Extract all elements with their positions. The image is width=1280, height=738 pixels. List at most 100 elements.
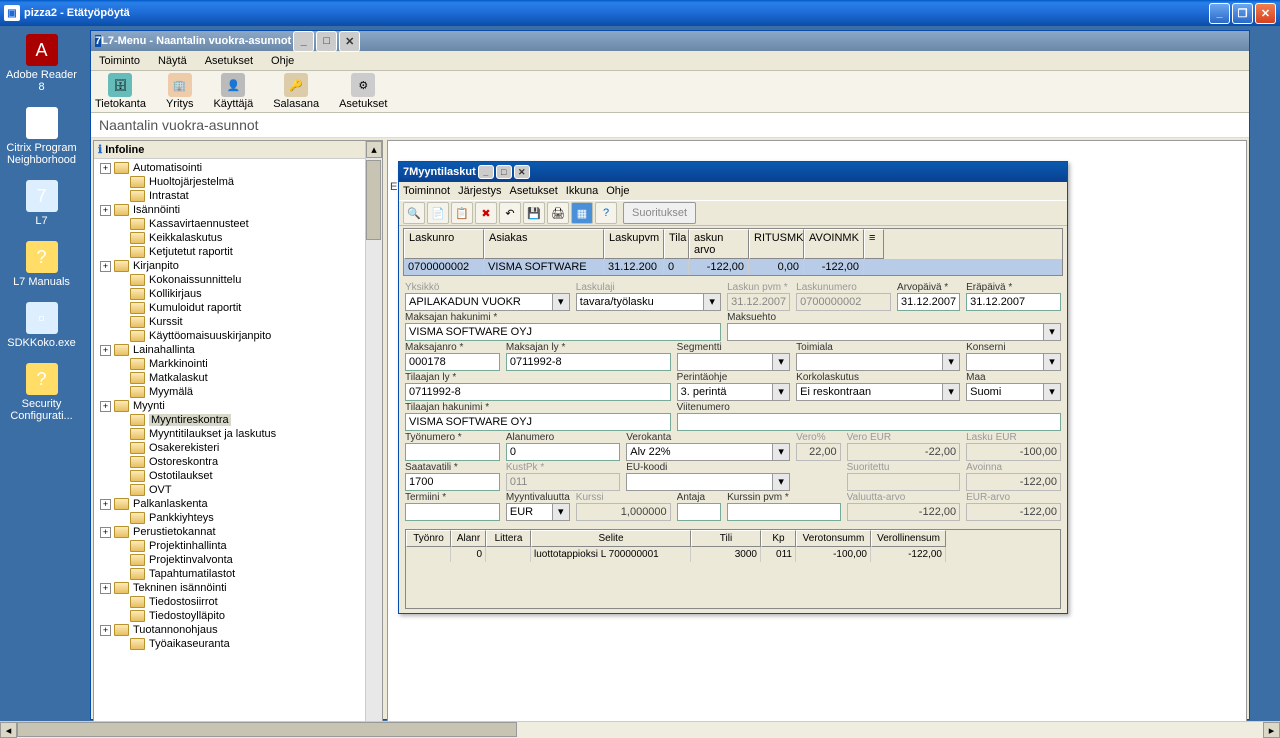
tree-node[interactable]: Pankkiyhteys — [116, 511, 382, 525]
search-icon[interactable]: 🔍 — [403, 202, 425, 224]
tree-node[interactable]: Tiedostosiirrot — [116, 595, 382, 609]
dialog-close-button[interactable]: ✕ — [514, 165, 530, 179]
help-icon[interactable]: ? — [595, 202, 617, 224]
maximize-button[interactable]: ❐ — [1232, 3, 1253, 24]
tree-node[interactable]: Intrastat — [116, 189, 382, 203]
tree-node[interactable]: +Perustietokannat — [100, 525, 382, 539]
column-header[interactable]: Asiakas — [484, 229, 604, 259]
tree-node[interactable]: Projektinvalvonta — [116, 553, 382, 567]
tree-node[interactable]: Keikkalaskutus — [116, 231, 382, 245]
tree-node[interactable]: Ostotilaukset — [116, 469, 382, 483]
field-input[interactable]: 0711992-8 — [506, 353, 671, 371]
column-header[interactable]: Laskupvm — [604, 229, 664, 259]
tree-node[interactable]: Myymälä — [116, 385, 382, 399]
column-header[interactable]: Laskunro — [404, 229, 484, 259]
toolbar-button[interactable]: 🗄Tietokanta — [95, 73, 146, 110]
desktop-icon[interactable]: ?L7 Manuals — [4, 241, 79, 288]
menu-item[interactable]: Toiminto — [95, 53, 144, 69]
desktop-icon[interactable]: ?Security Configurati... — [4, 363, 79, 422]
view-icon[interactable]: ▦ — [571, 202, 593, 224]
menu-item[interactable]: Ikkuna — [566, 185, 598, 197]
tree-node[interactable]: Tapahtumatilastot — [116, 567, 382, 581]
tree-node[interactable]: +Isännöinti — [100, 203, 382, 217]
close-button[interactable]: ✕ — [1255, 3, 1276, 24]
field-input[interactable]: 1700 — [405, 473, 500, 491]
tree-node[interactable]: Matkalaskut — [116, 371, 382, 385]
delete-icon[interactable]: ✖ — [475, 202, 497, 224]
grid-menu-icon[interactable]: ≡ — [864, 229, 884, 259]
menu-item[interactable]: Asetukset — [201, 53, 257, 69]
desktop-icon[interactable]: ▫SDKKoko.exe — [4, 302, 79, 349]
desktop-icon[interactable]: ●Citrix Program Neighborhood — [4, 107, 79, 166]
tree-node[interactable]: Projektinhallinta — [116, 539, 382, 553]
detail-row[interactable]: 0luottotappioksi L 7000000013000011-100,… — [406, 547, 1060, 562]
field-input[interactable] — [677, 413, 1061, 431]
hscroll-thumb[interactable] — [17, 722, 517, 737]
field-input[interactable] — [727, 503, 841, 521]
field-input[interactable] — [677, 353, 791, 371]
field-input[interactable]: VISMA SOFTWARE OYJ — [405, 323, 721, 341]
tree-node[interactable]: Huoltojärjestelmä — [116, 175, 382, 189]
column-header[interactable]: Littera — [486, 530, 531, 547]
tree-node[interactable]: +Myynti — [100, 399, 382, 413]
field-input[interactable] — [405, 443, 500, 461]
field-input[interactable] — [677, 503, 721, 521]
field-input[interactable] — [727, 323, 1061, 341]
scroll-thumb[interactable] — [366, 160, 381, 240]
menu-item[interactable]: Toiminnot — [403, 185, 450, 197]
column-header[interactable]: Tila — [664, 229, 689, 259]
column-header[interactable]: Alanr — [451, 530, 486, 547]
tree-node[interactable]: +Kirjanpito — [100, 259, 382, 273]
desktop-icon[interactable]: 7L7 — [4, 180, 79, 227]
toolbar-button[interactable]: 👤Käyttäjä — [213, 73, 253, 110]
column-header[interactable]: Työnro — [406, 530, 451, 547]
tree-node[interactable]: Kurssit — [116, 315, 382, 329]
column-header[interactable]: Verollinensum — [871, 530, 946, 547]
field-input[interactable]: Ei reskontraan — [796, 383, 960, 401]
undo-icon[interactable]: ↶ — [499, 202, 521, 224]
suoritukset-button[interactable]: Suoritukset — [623, 202, 696, 224]
menu-item[interactable]: Näytä — [154, 53, 191, 69]
field-input[interactable] — [796, 353, 960, 371]
l7-maximize-button[interactable]: □ — [316, 31, 337, 52]
scroll-left-icon[interactable]: ◂ — [0, 722, 17, 738]
minimize-button[interactable]: _ — [1209, 3, 1230, 24]
column-header[interactable]: RITUSMK — [749, 229, 804, 259]
menu-item[interactable]: Ohje — [606, 185, 629, 197]
tree-node[interactable]: Kumuloidut raportit — [116, 301, 382, 315]
tree-scrollbar[interactable]: ▴ — [365, 141, 382, 735]
toolbar-button[interactable]: 🔑Salasana — [273, 73, 319, 110]
tree-node[interactable]: Käyttöomaisuuskirjanpito — [116, 329, 382, 343]
tree-node[interactable]: Markkinointi — [116, 357, 382, 371]
tree-node[interactable]: Kokonaissunnittelu — [116, 273, 382, 287]
field-input[interactable] — [966, 353, 1061, 371]
tree-node[interactable]: Ostoreskontra — [116, 455, 382, 469]
tree-node[interactable]: Kollikirjaus — [116, 287, 382, 301]
tree-node[interactable]: +Lainahallinta — [100, 343, 382, 357]
field-input[interactable]: 31.12.2007 — [966, 293, 1061, 311]
tree-node[interactable]: +Tuotannonohjaus — [100, 623, 382, 637]
scroll-up-icon[interactable]: ▴ — [366, 141, 382, 158]
field-input[interactable]: Alv 22% — [626, 443, 790, 461]
tree-node[interactable]: Myyntitilaukset ja laskutus — [116, 427, 382, 441]
menu-item[interactable]: Asetukset — [509, 185, 557, 197]
field-input[interactable]: Suomi — [966, 383, 1061, 401]
column-header[interactable]: Kp — [761, 530, 796, 547]
toolbar-button[interactable]: ⚙Asetukset — [339, 73, 387, 110]
column-header[interactable]: Verotonsumm — [796, 530, 871, 547]
column-header[interactable]: Selite — [531, 530, 691, 547]
horizontal-scrollbar[interactable]: ◂ ▸ — [0, 721, 1280, 738]
dialog-maximize-button[interactable]: □ — [496, 165, 512, 179]
dialog-minimize-button[interactable]: _ — [478, 165, 494, 179]
toolbar-button[interactable]: 🏢Yritys — [166, 73, 194, 110]
column-header[interactable]: AVOINMK — [804, 229, 864, 259]
tree-node[interactable]: Tiedostoylläpito — [116, 609, 382, 623]
copy-icon[interactable]: 📋 — [451, 202, 473, 224]
save-icon[interactable]: 💾 — [523, 202, 545, 224]
tree-node[interactable]: Ketjutetut raportit — [116, 245, 382, 259]
menu-item[interactable]: Ohje — [267, 53, 298, 69]
field-input[interactable]: 0 — [506, 443, 620, 461]
field-input[interactable]: 0711992-8 — [405, 383, 671, 401]
column-header[interactable]: askun arvo — [689, 229, 749, 259]
desktop-icon[interactable]: AAdobe Reader 8 — [4, 34, 79, 93]
